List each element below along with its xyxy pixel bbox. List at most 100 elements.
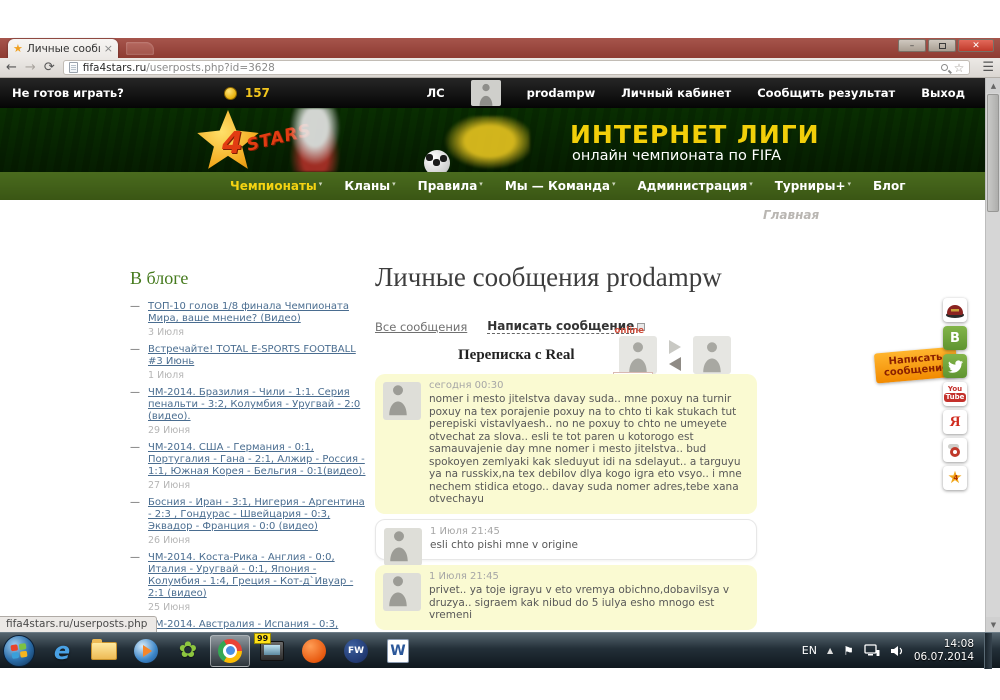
message-text: nomer i mesto jitelstva davay suda.. mne… xyxy=(429,393,745,506)
new-tab-button[interactable] xyxy=(126,42,154,55)
message-avatar[interactable] xyxy=(383,573,421,611)
taskbar-word[interactable]: W xyxy=(378,635,418,667)
online-badge: online xyxy=(615,326,645,336)
arrow-left-icon xyxy=(669,357,681,371)
zoom-icon[interactable] xyxy=(941,64,948,71)
status-bar: fifa4stars.ru/userposts.php xyxy=(0,616,157,632)
orange-app-icon xyxy=(302,639,326,663)
blog-link[interactable]: ЧМ-2014. Бразилия - Чили - 1:1. Серия пе… xyxy=(148,387,368,423)
topmenu-cabinet-link[interactable]: Личный кабинет xyxy=(621,86,731,100)
volume-icon[interactable] xyxy=(890,645,904,657)
show-desktop-button[interactable] xyxy=(984,633,992,669)
scroll-up-icon[interactable]: ▲ xyxy=(986,78,1000,93)
message-time: сегодня 00:30 xyxy=(429,380,745,391)
chevron-down-icon: ▾ xyxy=(479,180,483,188)
blog-link[interactable]: Босния - Иран - 3:1, Нигерия - Аргентина… xyxy=(148,497,368,533)
blog-item: ЧМ-2014. Бразилия - Чили - 1:1. Серия пе… xyxy=(130,387,368,436)
address-bar[interactable]: fifa4stars.ru/userposts.php?id=3628 ☆ xyxy=(63,60,971,75)
maximize-icon xyxy=(939,43,946,49)
topmenu-username[interactable]: prodampw xyxy=(527,86,596,100)
browser-window: ★ Личные сообщения × – ✕ ← → ⟳ fifa4star… xyxy=(0,38,1000,632)
browser-toolbar: ← → ⟳ fifa4stars.ru/userposts.php?id=362… xyxy=(0,58,1000,78)
topmenu-messages-link[interactable]: ЛС xyxy=(427,86,445,100)
blog-link[interactable]: ЧМ-2014. США - Германия - 0:1, Португали… xyxy=(148,442,368,478)
fourstars-icon[interactable]: ★4 xyxy=(943,466,967,490)
windows-logo-icon xyxy=(9,641,29,661)
opponent-avatar[interactable]: online сыграю! xyxy=(619,336,657,374)
whistle-icon[interactable] xyxy=(943,438,967,462)
blog-link[interactable]: ТОП-10 голов 1/8 финала Чемпионата Мира,… xyxy=(148,301,368,325)
person-icon xyxy=(697,339,727,373)
write-message-link[interactable]: Написать сообщение xyxy=(487,319,634,334)
taskbar-orange-app[interactable] xyxy=(294,635,334,667)
topmenu-report-link[interactable]: Сообщить результат xyxy=(757,86,895,100)
youtube-icon[interactable]: YouTube xyxy=(943,382,967,406)
breadcrumb[interactable]: Главная xyxy=(763,208,819,222)
tab-close-icon[interactable]: × xyxy=(104,43,113,54)
nav-clans[interactable]: Кланы▾ xyxy=(344,179,395,193)
chrome-menu-icon[interactable]: ☰ xyxy=(982,61,994,74)
user-avatar[interactable] xyxy=(471,80,501,106)
taskbar-ie[interactable]: e xyxy=(42,635,82,667)
message-text: esli chto pishi mne v origine xyxy=(430,539,744,552)
person-icon xyxy=(623,339,653,373)
nav-administration[interactable]: Администрация▾ xyxy=(638,179,753,193)
message-avatar[interactable] xyxy=(383,382,421,420)
vertical-scrollbar[interactable]: ▲ ▼ xyxy=(985,78,1000,632)
message-avatar[interactable] xyxy=(384,528,422,566)
window-close-button[interactable]: ✕ xyxy=(958,39,994,52)
taskbar-chrome[interactable] xyxy=(210,635,250,667)
blog-link[interactable]: Встречайте! TOTAL E-SPORTS FOOTBALL #3 И… xyxy=(148,344,368,368)
taskbar-icq[interactable]: ✿ xyxy=(168,635,208,667)
clock-time: 14:08 xyxy=(914,638,974,651)
bookmark-star-icon[interactable]: ☆ xyxy=(954,62,965,74)
topmenu-logout-link[interactable]: Выход xyxy=(921,86,965,100)
yandex-icon[interactable]: Я xyxy=(943,410,967,434)
window-minimize-button[interactable]: – xyxy=(898,39,926,52)
not-ready-link[interactable]: Не готов играть? xyxy=(12,86,124,100)
vk-icon[interactable]: В xyxy=(943,326,967,350)
tab-title: Личные сообщения xyxy=(27,43,100,55)
nav-championships[interactable]: Чемпионаты▾ xyxy=(230,179,322,193)
page-title: Личные сообщения prodampw xyxy=(375,262,767,293)
conversation-header: Переписка с Real online сыграю! xyxy=(458,336,731,374)
scroll-down-icon[interactable]: ▼ xyxy=(986,617,1000,632)
chrome-icon xyxy=(218,639,242,663)
nav-tournaments[interactable]: Турниры+▾ xyxy=(775,179,851,193)
clock-date: 06.07.2014 xyxy=(914,651,974,664)
action-center-flag-icon[interactable]: ⚑ xyxy=(843,644,854,658)
blog-item: ТОП-10 голов 1/8 финала Чемпионата Мира,… xyxy=(130,301,368,338)
scrollbar-thumb[interactable] xyxy=(987,94,999,212)
message-item: сегодня 00:30 nomer i mesto jitelstva da… xyxy=(375,374,757,514)
own-avatar[interactable] xyxy=(693,336,731,374)
blog-link[interactable]: ЧМ-2014. Австралия - Испания - 0:3, Хорв… xyxy=(148,619,368,632)
language-indicator[interactable]: EN xyxy=(802,644,817,657)
all-messages-link[interactable]: Все сообщения xyxy=(375,320,467,334)
minimize-icon: – xyxy=(910,41,915,51)
blog-link[interactable]: ЧМ-2014. Коста-Рика - Англия - 0:0, Итал… xyxy=(148,552,368,600)
back-icon[interactable]: ← xyxy=(6,61,17,74)
blog-date: 29 Июня xyxy=(148,425,368,436)
tab-strip: ★ Личные сообщения × – ✕ xyxy=(0,38,1000,58)
site-favicon-icon: ★ xyxy=(13,43,23,54)
nav-team[interactable]: Мы — Команда▾ xyxy=(505,179,616,193)
taskbar-clock[interactable]: 14:08 06.07.2014 xyxy=(914,638,974,664)
window-maximize-button[interactable] xyxy=(928,39,956,52)
taskbar-fw-app[interactable]: FW xyxy=(336,635,376,667)
reload-icon[interactable]: ⟳ xyxy=(44,61,55,74)
nav-blog[interactable]: Блог xyxy=(873,179,905,193)
blog-sidebar: В блоге ТОП-10 голов 1/8 финала Чемпиона… xyxy=(130,268,368,632)
taskbar-explorer[interactable] xyxy=(84,635,124,667)
taskbar-monitor-app[interactable]: 99 xyxy=(252,635,292,667)
twitter-icon[interactable] xyxy=(943,354,967,378)
network-icon[interactable] xyxy=(864,644,880,657)
admin-cap-icon[interactable] xyxy=(943,298,967,322)
arrow-right-icon xyxy=(669,340,681,354)
browser-tab[interactable]: ★ Личные сообщения × xyxy=(8,39,118,58)
tray-expand-icon[interactable]: ▲ xyxy=(827,646,833,655)
blog-date: 1 Июля xyxy=(148,370,368,381)
start-button[interactable] xyxy=(3,635,35,667)
taskbar-media-player[interactable] xyxy=(126,635,166,667)
forward-icon[interactable]: → xyxy=(25,61,36,74)
nav-rules[interactable]: Правила▾ xyxy=(418,179,483,193)
